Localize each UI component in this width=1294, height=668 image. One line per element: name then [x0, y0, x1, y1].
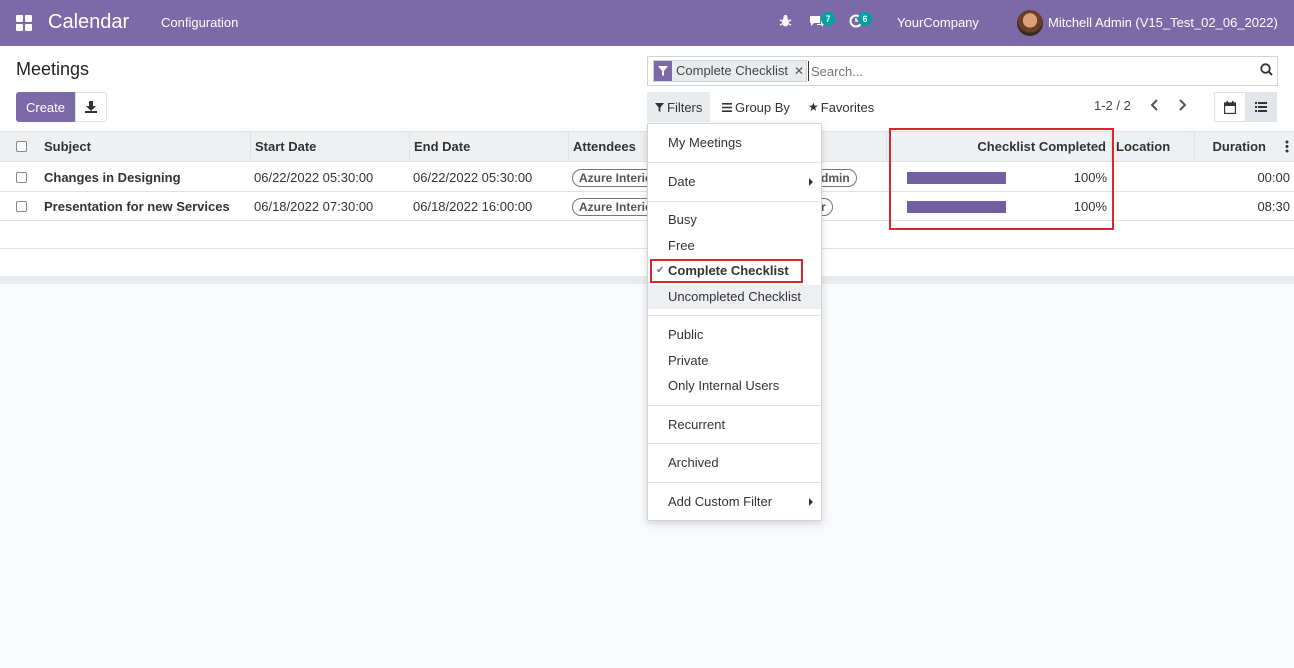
control-panel: Meetings Create Complete Checklist ✕ Fil… [0, 46, 1294, 132]
column-header-end-date[interactable]: End Date [410, 132, 569, 162]
bug-icon[interactable] [779, 14, 792, 31]
dropdown-divider [648, 405, 821, 406]
search-facet-label: Complete Checklist [676, 63, 788, 78]
favorites-label: Favorites [820, 99, 875, 115]
search-facet: Complete Checklist ✕ [653, 60, 807, 82]
dropdown-divider [648, 443, 821, 444]
filter-my-meetings[interactable]: My Meetings [648, 131, 821, 155]
filter-uncompleted-checklist[interactable]: Uncompleted Checklist [648, 285, 821, 309]
export-button[interactable] [75, 92, 107, 122]
add-custom-filter-label: Add Custom Filter [668, 494, 773, 509]
attendee-tag: Azure Interio [572, 198, 658, 216]
group-by-label: Group By [735, 99, 790, 115]
cell-subject: Changes in Designing [44, 170, 181, 185]
row-checkbox[interactable] [16, 201, 27, 212]
app-title[interactable]: Calendar [48, 11, 129, 34]
caret-right-icon [809, 178, 813, 186]
dropdown-divider [648, 162, 821, 163]
download-icon [85, 101, 97, 113]
search-icon[interactable] [1260, 63, 1273, 79]
select-all-checkbox[interactable] [16, 141, 27, 152]
cell-attendees: Azure Interio [568, 192, 658, 221]
activities-badge: 6 [858, 12, 872, 26]
cell-attendees: Azure Interio [568, 163, 658, 192]
filter-date[interactable]: Date [648, 170, 821, 194]
cell-subject: Presentation for new Services [44, 199, 230, 214]
filter-icon [654, 61, 672, 81]
group-by-toggle[interactable]: Group By [714, 92, 798, 122]
filter-date-label: Date [668, 174, 696, 189]
user-avatar[interactable] [1017, 10, 1043, 36]
menu-configuration[interactable]: Configuration [161, 15, 238, 30]
filter-free[interactable]: Free [648, 234, 821, 258]
create-button[interactable]: Create [16, 92, 75, 122]
column-header-duration[interactable]: Duration [1195, 132, 1294, 162]
complete-checklist-highlight [650, 259, 803, 283]
filters-dropdown: My Meetings Date Busy Free ✔ Complete Ch… [647, 123, 822, 521]
dropdown-divider [648, 201, 821, 202]
user-menu[interactable]: Mitchell Admin (V15_Test_02_06_2022) [1048, 15, 1278, 30]
list-view-icon [1255, 102, 1267, 112]
calendar-icon [1224, 100, 1236, 114]
column-header-location[interactable]: Location [1112, 132, 1195, 162]
cell-start-date: 06/18/2022 07:30:00 [254, 199, 374, 214]
column-header-start-date[interactable]: Start Date [251, 132, 410, 162]
attendee-tag: Azure Interio [572, 169, 658, 187]
cell-end-date: 06/18/2022 16:00:00 [413, 199, 533, 214]
add-custom-filter[interactable]: Add Custom Filter [648, 490, 821, 514]
caret-right-icon [809, 498, 813, 506]
checklist-column-highlight [889, 128, 1114, 230]
cell-end-date: 06/22/2022 05:30:00 [413, 170, 533, 185]
list-icon [722, 102, 732, 112]
dropdown-divider [648, 482, 821, 483]
star-icon: ★ [808, 100, 819, 114]
pager-value[interactable]: 1-2 / 2 [1094, 98, 1131, 113]
pager-next-icon[interactable] [1178, 98, 1187, 114]
search-bar: Complete Checklist ✕ [647, 56, 1278, 86]
favorites-toggle[interactable]: ★ Favorites [800, 92, 882, 122]
facet-remove-icon[interactable]: ✕ [792, 61, 806, 81]
breadcrumb: Meetings [16, 59, 90, 79]
cell-duration: 00:00 [1257, 170, 1290, 185]
filter-archived[interactable]: Archived [648, 451, 821, 475]
dropdown-divider [648, 315, 821, 316]
filters-label: Filters [667, 99, 703, 115]
list-view-button[interactable] [1245, 92, 1277, 122]
row-checkbox[interactable] [16, 172, 27, 183]
filter-recurrent[interactable]: Recurrent [648, 413, 821, 437]
column-header-subject[interactable]: Subject [40, 132, 251, 162]
filter-busy[interactable]: Busy [648, 208, 821, 232]
pager-previous-icon[interactable] [1150, 98, 1159, 114]
filter-public[interactable]: Public [648, 323, 821, 347]
top-navbar: Calendar Configuration 7 6 YourCompany M… [0, 0, 1294, 46]
cell-start-date: 06/22/2022 05:30:00 [254, 170, 374, 185]
filter-only-internal-users[interactable]: Only Internal Users [648, 374, 821, 398]
messages-badge: 7 [821, 12, 835, 26]
optional-columns-icon[interactable] [1285, 140, 1289, 156]
filter-icon [655, 102, 664, 112]
filter-private[interactable]: Private [648, 349, 821, 373]
calendar-view-button[interactable] [1214, 92, 1246, 122]
cell-duration: 08:30 [1257, 199, 1290, 214]
filters-toggle[interactable]: Filters [647, 92, 711, 122]
search-input[interactable] [808, 61, 1248, 81]
apps-menu-icon[interactable] [16, 15, 32, 31]
company-switcher[interactable]: YourCompany [897, 15, 979, 30]
